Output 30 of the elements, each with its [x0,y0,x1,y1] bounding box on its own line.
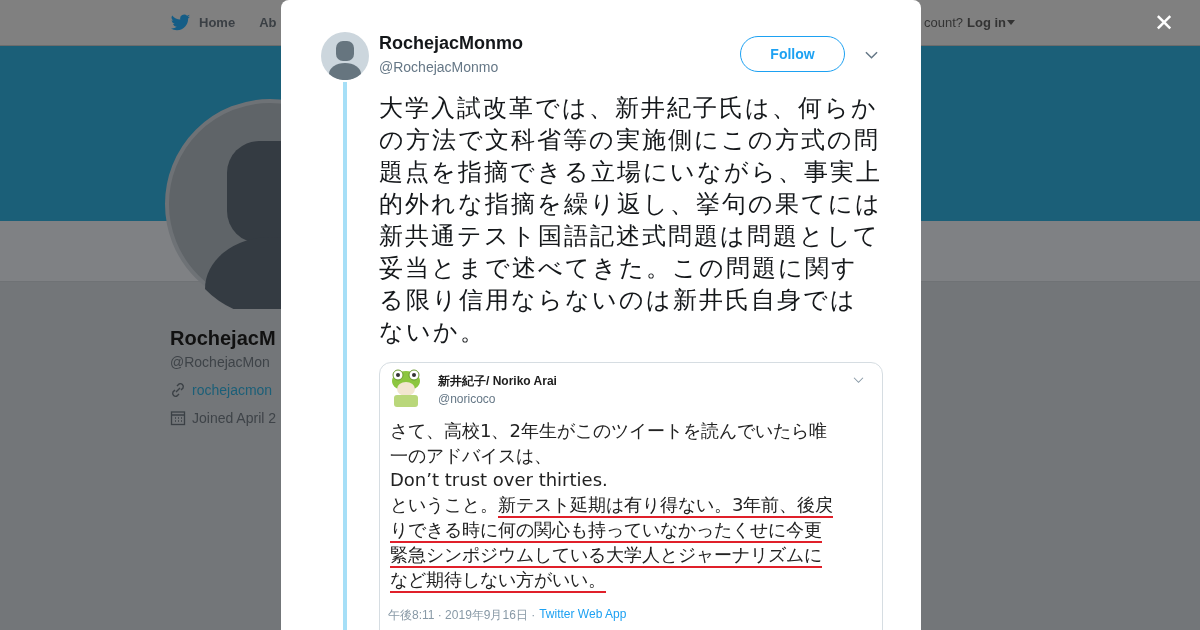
quoted-author-handle: @noricoco [438,392,497,406]
caret-icon [1007,20,1015,25]
chevron-down-icon [853,377,864,383]
follow-button[interactable]: Follow [740,36,845,72]
link-icon [170,382,186,398]
quoted-author-name: 新井紀子/ Noriko Arai [438,373,558,390]
home-link[interactable]: Home [199,15,236,30]
author-handle: @RochejacMonmo [379,59,500,75]
underlined-text: など期待しない方がいい。 [390,568,606,593]
timestamp: 午後8:11 · 2019年9月16日 · [388,606,536,624]
author-name: RochejacMonmo [379,33,525,54]
tweet-text: 大学入試改革では、新井紀子氏は、何らかの方法で文科省等の実施側にこの方式の問題点を指摘できる立場にいながら、事実上的外れな指摘を繰り返し、挙句の果てには新共通テスト国語記述式問題は問題として妥当とまで述べてきた。この問題に関する限り信用ならないのは新井氏自身ではないか。 [379,93,883,348]
underlined-text: 3年前、後戻 [732,493,834,518]
chevron-down-icon[interactable] [865,51,878,59]
underlined-text: 緊急シンポジウムしている大学人とジャーナリズムに [390,543,822,568]
text-span: Don’t trust over thirties. [390,469,608,491]
avatar-icon [321,32,369,80]
account-prompt: count? [923,15,963,30]
login-link[interactable]: Log in [967,15,1006,30]
bird-icon [170,13,191,32]
website-link[interactable]: rochejacmon [192,382,273,398]
close-button[interactable]: ✕ [1149,8,1178,38]
profile-name: RochejacM [170,327,276,350]
underlined-text: りできる時に何の関心も持っていなかったくせに今更 [390,518,822,543]
text-span: 一のアドバイスは、 [390,444,552,467]
text-span: さて、高校1、2年生がこのツイートを読んでいたら唯 [390,420,827,442]
underlined-text: 新テスト延期は有り得ない。 [498,493,732,518]
text-span: ということ。 [390,493,498,516]
about-link[interactable]: Ab [259,15,277,30]
calendar-icon [170,410,186,426]
